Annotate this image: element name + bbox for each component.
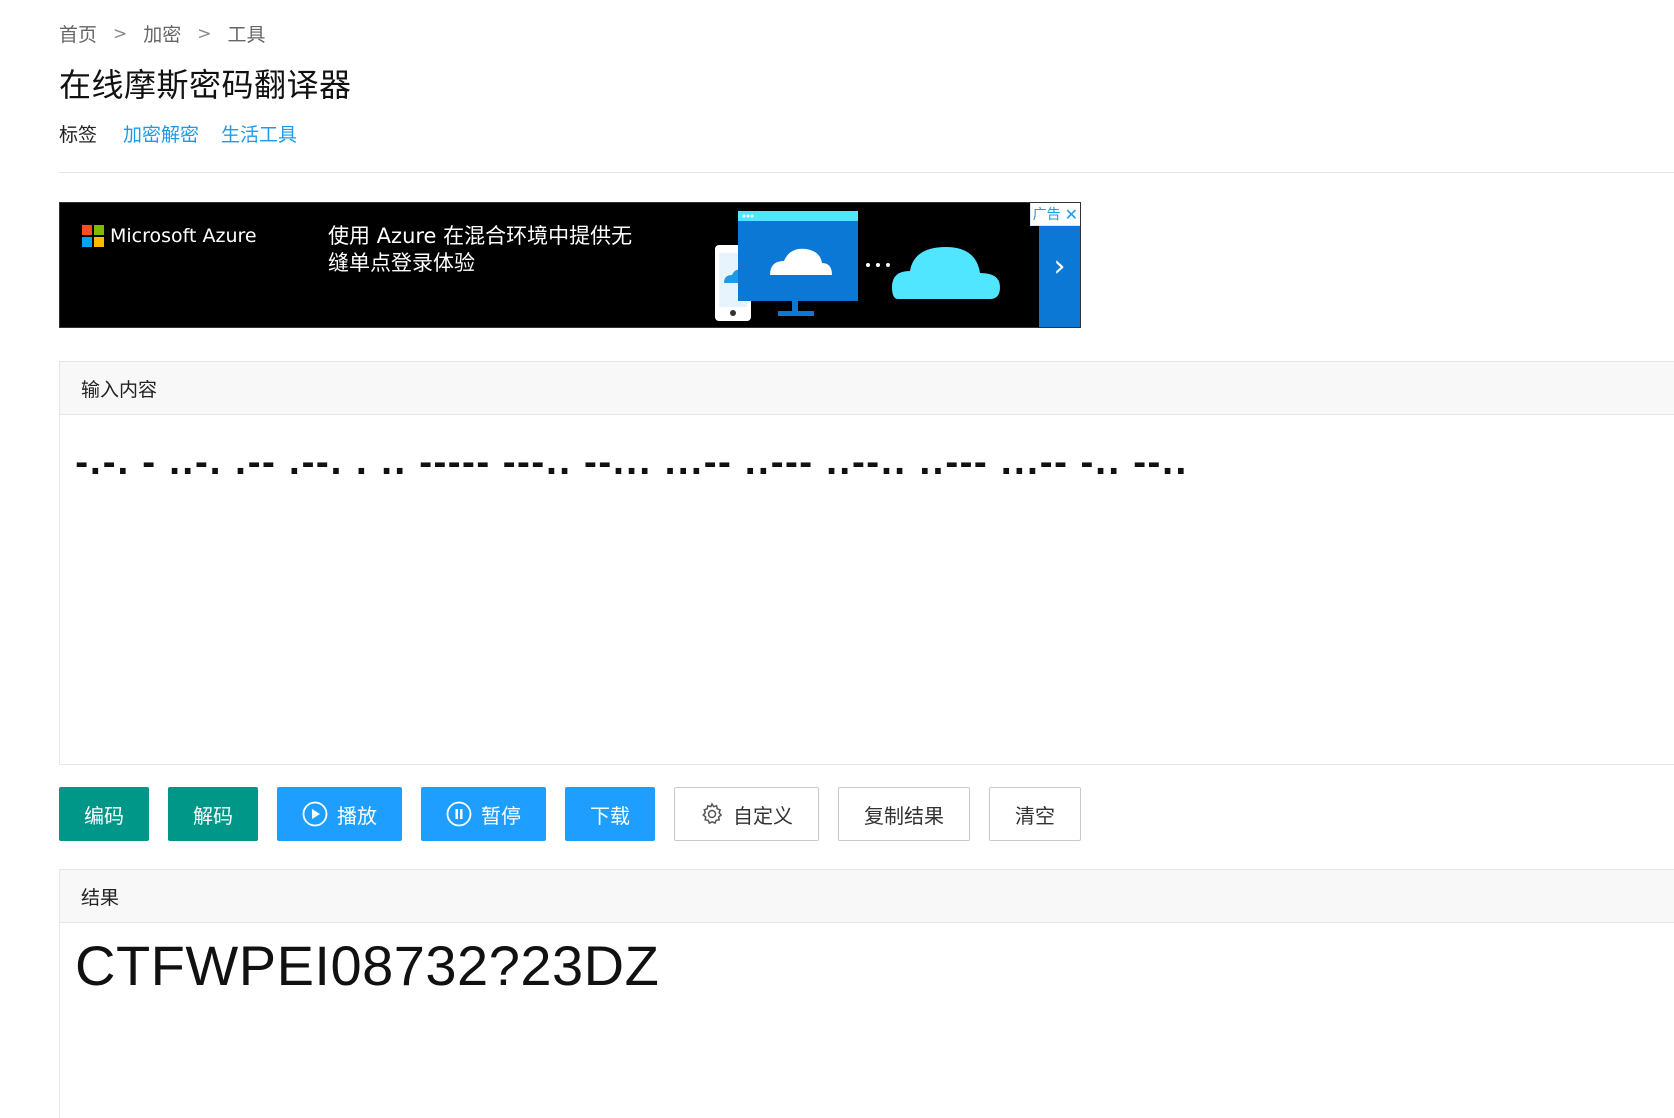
copy-result-button[interactable]: 复制结果 [838,787,970,841]
clear-button[interactable]: 清空 [989,787,1081,841]
result-output: CTFWPEI08732?23DZ [75,934,660,997]
breadcrumb-home[interactable]: 首页 [59,20,97,47]
ad-brand-logo: Microsoft Azure [82,225,257,247]
result-panel: 结果 CTFWPEI08732?23DZ [59,869,1674,1118]
breadcrumb-separator: > [197,23,212,44]
ad-badge-label: 广告 [1032,207,1061,223]
breadcrumb: 首页 > 加密 > 工具 [59,20,266,47]
close-icon[interactable]: ✕ [1065,205,1078,224]
encode-button[interactable]: 编码 [59,787,149,841]
breadcrumb-separator: > [113,23,128,44]
play-icon [302,801,328,827]
custom-button[interactable]: 自定义 [674,787,819,841]
page-title: 在线摩斯密码翻译器 [59,66,352,104]
result-panel-header: 结果 [60,870,1674,923]
decode-button[interactable]: 解码 [168,787,258,841]
custom-button-label: 自定义 [733,803,793,828]
pause-button-label: 暂停 [481,803,521,828]
ad-badge: 广告 ✕ [1029,203,1080,226]
input-textarea[interactable]: -.-. - ..-. .-- .--. . .. ----- ---.. --… [60,415,1674,511]
pause-button[interactable]: 暂停 [421,787,546,841]
tags-label: 标签 [59,124,98,146]
play-button-label: 播放 [337,803,377,828]
breadcrumb-category[interactable]: 加密 [143,20,181,47]
action-buttons: 编码 解码 播放 暂停 下载 自定义 复制结果 清空 [59,787,1081,841]
input-panel: 输入内容 -.-. - ..-. .-- .--. . .. ----- ---… [59,361,1674,765]
tags: 标签 加密解密 生活工具 [59,120,319,147]
divider [59,172,1674,173]
cloud-devices-illustration [715,211,1000,321]
tag-link-life-tools[interactable]: 生活工具 [221,120,297,147]
ad-text: 使用 Azure 在混合环境中提供无 缝单点登录体验 [328,223,658,277]
download-button[interactable]: 下载 [565,787,655,841]
microsoft-logo-icon [82,225,104,247]
input-panel-header: 输入内容 [60,362,1674,415]
pause-icon [446,801,472,827]
breadcrumb-section[interactable]: 工具 [228,20,266,47]
tag-link-crypto[interactable]: 加密解密 [123,120,199,147]
ad-brand-name: Microsoft Azure [110,225,257,247]
play-button[interactable]: 播放 [277,787,402,841]
ad-banner[interactable]: Microsoft Azure 使用 Azure 在混合环境中提供无 缝单点登录… [59,202,1081,328]
gear-icon [700,802,724,826]
ad-text-line2: 缝单点登录体验 [328,251,475,275]
ad-text-line1: 使用 Azure 在混合环境中提供无 [328,224,633,248]
